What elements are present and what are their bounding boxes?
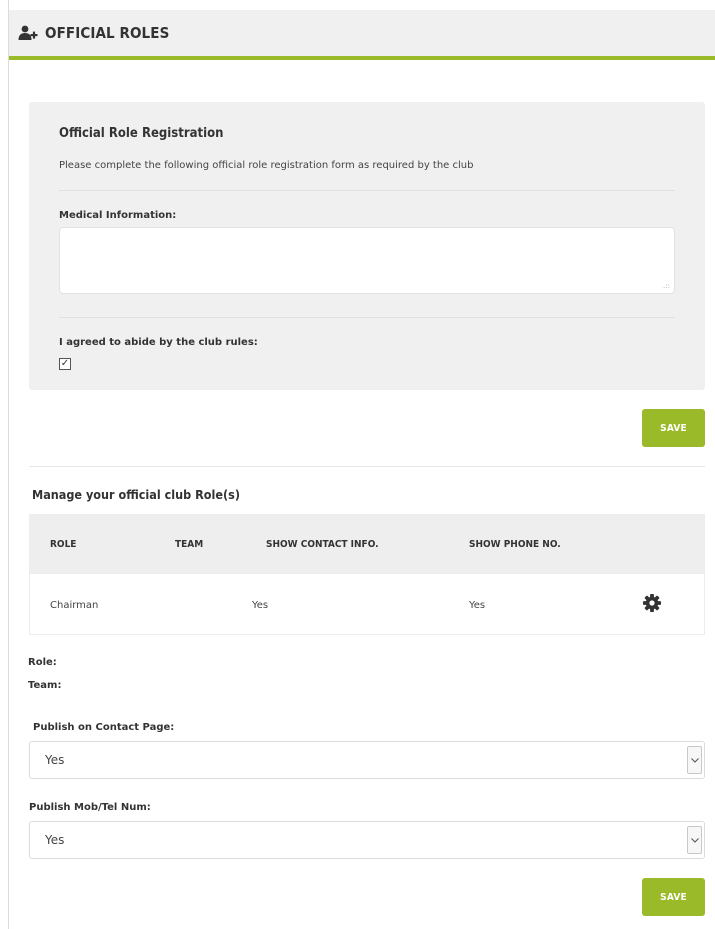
column-header-show-contact: SHOW CONTACT INFO. xyxy=(266,539,379,550)
details-save-button[interactable]: SAVE xyxy=(642,878,705,916)
club-rules-checkbox[interactable]: ✓ xyxy=(59,358,71,370)
role-label: Role: xyxy=(28,657,57,668)
publish-mob-label: Publish Mob/Tel Num: xyxy=(29,802,151,813)
medical-information-label: Medical Information: xyxy=(59,210,177,221)
team-label: Team: xyxy=(28,680,62,691)
registration-save-button[interactable]: SAVE xyxy=(642,409,705,447)
gear-icon[interactable] xyxy=(642,593,662,613)
publish-contact-value: Yes xyxy=(45,753,65,767)
page-left-border xyxy=(8,0,9,929)
publish-mob-value: Yes xyxy=(45,833,65,847)
section-divider xyxy=(29,466,705,467)
show-phone-cell: Yes xyxy=(469,600,486,611)
chevron-down-icon[interactable] xyxy=(687,826,702,854)
publish-contact-label: Publish on Contact Page: xyxy=(33,722,175,733)
show-contact-cell: Yes xyxy=(252,600,269,611)
manage-roles-title: Manage your official club Role(s) xyxy=(32,487,240,502)
divider xyxy=(59,317,675,318)
registration-panel: Official Role Registration Please comple… xyxy=(29,102,705,390)
registration-title: Official Role Registration xyxy=(59,126,224,141)
chevron-down-icon[interactable] xyxy=(687,746,702,774)
medical-information-textarea[interactable]: .:: xyxy=(59,227,675,294)
role-cell: Chairman xyxy=(50,600,99,611)
publish-contact-select[interactable]: Yes xyxy=(29,741,705,779)
column-header-show-phone: SHOW PHONE NO. xyxy=(469,539,561,550)
roles-table-header: ROLE TEAM SHOW CONTACT INFO. SHOW PHONE … xyxy=(30,515,704,574)
page-title: OFFICIAL ROLES xyxy=(45,24,170,42)
column-header-role: ROLE xyxy=(50,539,77,550)
publish-mob-select[interactable]: Yes xyxy=(29,821,705,859)
roles-table: ROLE TEAM SHOW CONTACT INFO. SHOW PHONE … xyxy=(29,514,705,635)
registration-description: Please complete the following official r… xyxy=(59,160,474,171)
club-rules-label: I agreed to abide by the club rules: xyxy=(59,337,258,348)
divider xyxy=(59,190,675,191)
resize-grip-icon[interactable]: .:: xyxy=(663,283,670,290)
column-header-team: TEAM xyxy=(175,539,204,550)
checkmark-icon: ✓ xyxy=(60,358,70,369)
page-header: OFFICIAL ROLES xyxy=(9,10,715,60)
add-user-icon xyxy=(18,25,38,40)
